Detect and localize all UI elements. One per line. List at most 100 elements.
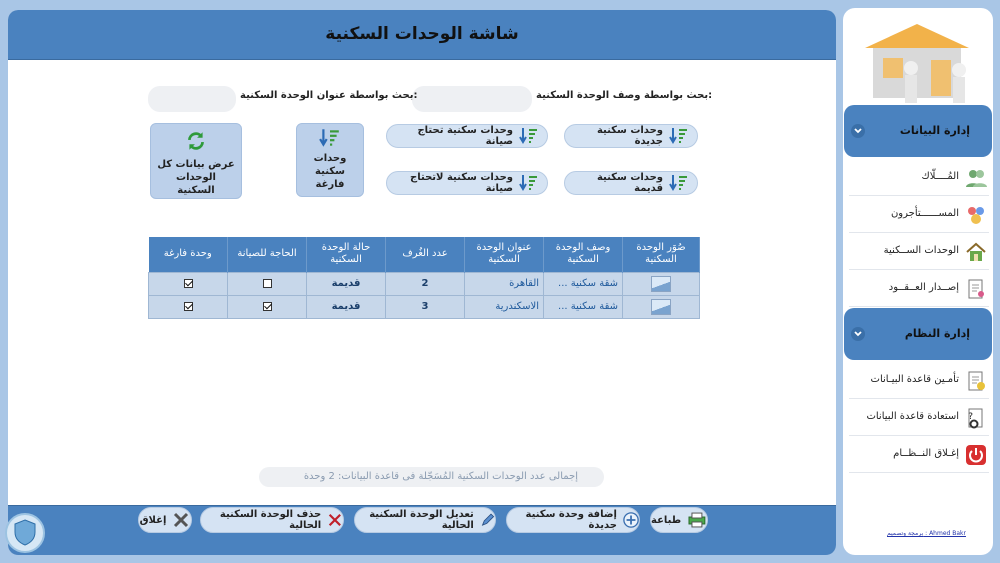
description-cell[interactable]: شقة سكنية ... xyxy=(543,271,624,296)
plus-circle-icon xyxy=(623,512,639,528)
main-panel: شاشة الوحدات السكنية بحث بواسطة وصف الوح… xyxy=(8,10,836,555)
backup-document-icon xyxy=(968,371,985,391)
description-cell[interactable]: شقة سكنية ... xyxy=(543,294,624,319)
data-management-label: إدارة البيانات xyxy=(899,124,970,137)
sidebar: إدارة البيانات المُــــلّاك المســــــتأ… xyxy=(843,8,993,555)
system-management-section[interactable]: إدارة النظام xyxy=(844,308,992,360)
sidebar-item-label: استعادة قاعدة البيانات xyxy=(866,411,959,422)
maintenance-cell[interactable] xyxy=(227,294,308,319)
delete-x-icon xyxy=(329,513,342,527)
sort-down-icon xyxy=(669,128,687,144)
sidebar-item-owners[interactable]: المُــــلّاك xyxy=(849,160,989,196)
col-header-empty[interactable]: وحدة فارغة xyxy=(148,237,229,272)
filter-new-units-button[interactable]: وحدات سكنية جديدة xyxy=(564,124,698,148)
shield-logo-icon xyxy=(5,513,45,553)
maintenance-checkbox[interactable] xyxy=(262,278,272,288)
col-header-maintenance[interactable]: الحاجة للصيانة xyxy=(227,237,308,272)
filter-needs-maintenance-label: وحدات سكنية تحتاج صيانة xyxy=(417,125,513,147)
empty-checkbox[interactable] xyxy=(183,301,193,311)
show-all-units-button[interactable]: عرض بيانات كل الوحدات السكنية xyxy=(150,123,242,199)
house-logo-icon xyxy=(865,24,969,103)
image-thumbnail-icon xyxy=(651,275,672,292)
sidebar-item-backup[interactable]: تأمـين قاعدة البيـانات xyxy=(849,363,989,399)
power-icon xyxy=(966,445,986,465)
print-button[interactable]: طباعة xyxy=(650,507,708,533)
filter-empty-units-button[interactable]: وحدات سكنية فارغة xyxy=(296,123,364,197)
filter-needs-maintenance-button[interactable]: وحدات سكنية تحتاج صيانة xyxy=(386,124,548,148)
chevron-down-icon xyxy=(851,124,865,138)
table-row[interactable]: شقة سكنية ... الاسكندرية 3 قديمة xyxy=(147,294,700,319)
col-header-rooms[interactable]: عدد الغُرف xyxy=(385,237,466,272)
sidebar-item-units[interactable]: الوحدات الســكنية xyxy=(849,234,989,270)
total-units-bar: إجمالى عدد الوحدات السكنية المُسَجّلة فى… xyxy=(259,467,604,487)
edit-unit-label: تعديل الوحدة السكنية الحالية xyxy=(369,509,474,531)
close-label: إغلاق xyxy=(139,514,167,526)
pencil-icon xyxy=(481,513,494,526)
print-label: طباعة xyxy=(651,514,682,526)
sort-down-icon xyxy=(519,175,537,191)
tools-close-icon xyxy=(174,512,189,528)
system-management-label: إدارة النظام xyxy=(904,327,970,340)
col-header-address[interactable]: عنوان الوحدة السكنية xyxy=(464,237,545,272)
printer-icon xyxy=(688,512,706,528)
sort-down-icon xyxy=(519,128,537,144)
table-row[interactable]: شقة سكنية ... القاهرة 2 قديمة xyxy=(147,271,700,296)
unit-image-cell[interactable] xyxy=(622,271,700,296)
refresh-icon xyxy=(188,132,204,150)
sidebar-item-label: المُــــلّاك xyxy=(921,171,959,182)
filter-new-units-label: وحدات سكنية جديدة xyxy=(596,125,663,147)
filter-old-units-label: وحدات سكنية قديمة xyxy=(596,172,663,194)
sidebar-item-label: المســــــتأجرون xyxy=(890,208,959,219)
search-description-input[interactable] xyxy=(412,86,532,112)
image-thumbnail-icon xyxy=(651,298,672,315)
sidebar-item-contracts[interactable]: إصــدار العــقــود xyxy=(849,271,989,307)
sidebar-item-tenants[interactable]: المســــــتأجرون xyxy=(849,197,989,233)
col-header-status[interactable]: حالة الوحدة السكنية xyxy=(306,237,387,272)
people-icon xyxy=(968,207,984,224)
address-cell[interactable]: القاهرة xyxy=(464,271,545,296)
sidebar-item-label: إغـلاق النــظــام xyxy=(893,448,959,459)
home-icon xyxy=(966,242,986,261)
edit-unit-button[interactable]: تعديل الوحدة السكنية الحالية xyxy=(354,507,496,533)
filter-empty-units-label: وحدات سكنية فارغة xyxy=(313,153,347,190)
users-icon xyxy=(966,170,987,187)
add-unit-button[interactable]: إضافة وحدة سكنية جديدة xyxy=(506,507,640,533)
data-management-section[interactable]: إدارة البيانات xyxy=(844,105,992,157)
close-button[interactable]: إغلاق xyxy=(138,507,192,533)
search-address-input[interactable] xyxy=(148,86,236,112)
sidebar-item-restore[interactable]: ? استعادة قاعدة البيانات xyxy=(849,400,989,436)
rooms-cell[interactable]: 3 xyxy=(385,294,466,319)
empty-checkbox[interactable] xyxy=(183,278,193,288)
delete-unit-label: حذف الوحدة السكنية الحالية xyxy=(219,509,322,531)
maintenance-checkbox[interactable] xyxy=(262,301,272,311)
search-description-label: بحث بواسطة وصف الوحدة السكنية: xyxy=(536,90,713,101)
filter-old-units-button[interactable]: وحدات سكنية قديمة xyxy=(564,171,698,195)
sidebar-item-label: الوحدات الســكنية xyxy=(883,245,959,256)
filter-no-maintenance-button[interactable]: وحدات سكنية لاتحتاج صيانة xyxy=(386,171,548,195)
author-credit[interactable]: برمجة وتصميم : Ahmed Bakr xyxy=(887,530,966,537)
sidebar-item-label: إصــدار العــقــود xyxy=(888,282,959,293)
rooms-cell[interactable]: 2 xyxy=(385,271,466,296)
page-title: شاشة الوحدات السكنية xyxy=(325,24,519,44)
show-all-units-label: عرض بيانات كل الوحدات السكنية xyxy=(157,159,235,196)
sidebar-item-label: تأمـين قاعدة البيـانات xyxy=(870,374,959,385)
status-cell[interactable]: قديمة xyxy=(306,294,387,319)
units-table: صُوَر الوحدة السكنية وصف الوحدة السكنية … xyxy=(147,237,700,319)
sort-down-icon xyxy=(319,129,339,147)
col-header-images[interactable]: صُوَر الوحدة السكنية xyxy=(622,237,700,272)
status-cell[interactable]: قديمة xyxy=(306,271,387,296)
maintenance-cell[interactable] xyxy=(227,271,308,296)
sidebar-item-shutdown[interactable]: إغـلاق النــظــام xyxy=(849,437,989,473)
address-cell[interactable]: الاسكندرية xyxy=(464,294,545,319)
col-header-description[interactable]: وصف الوحدة السكنية xyxy=(543,237,624,272)
title-bar: شاشة الوحدات السكنية xyxy=(8,10,836,60)
delete-unit-button[interactable]: حذف الوحدة السكنية الحالية xyxy=(200,507,344,533)
unit-image-cell[interactable] xyxy=(622,294,700,319)
sort-down-icon xyxy=(669,175,687,191)
empty-cell[interactable] xyxy=(147,271,229,296)
restore-gear-icon: ? xyxy=(968,408,983,429)
chevron-down-icon xyxy=(851,327,865,341)
empty-cell[interactable] xyxy=(147,294,229,319)
table-header-row: صُوَر الوحدة السكنية وصف الوحدة السكنية … xyxy=(148,237,700,272)
filter-no-maintenance-label: وحدات سكنية لاتحتاج صيانة xyxy=(410,172,513,194)
